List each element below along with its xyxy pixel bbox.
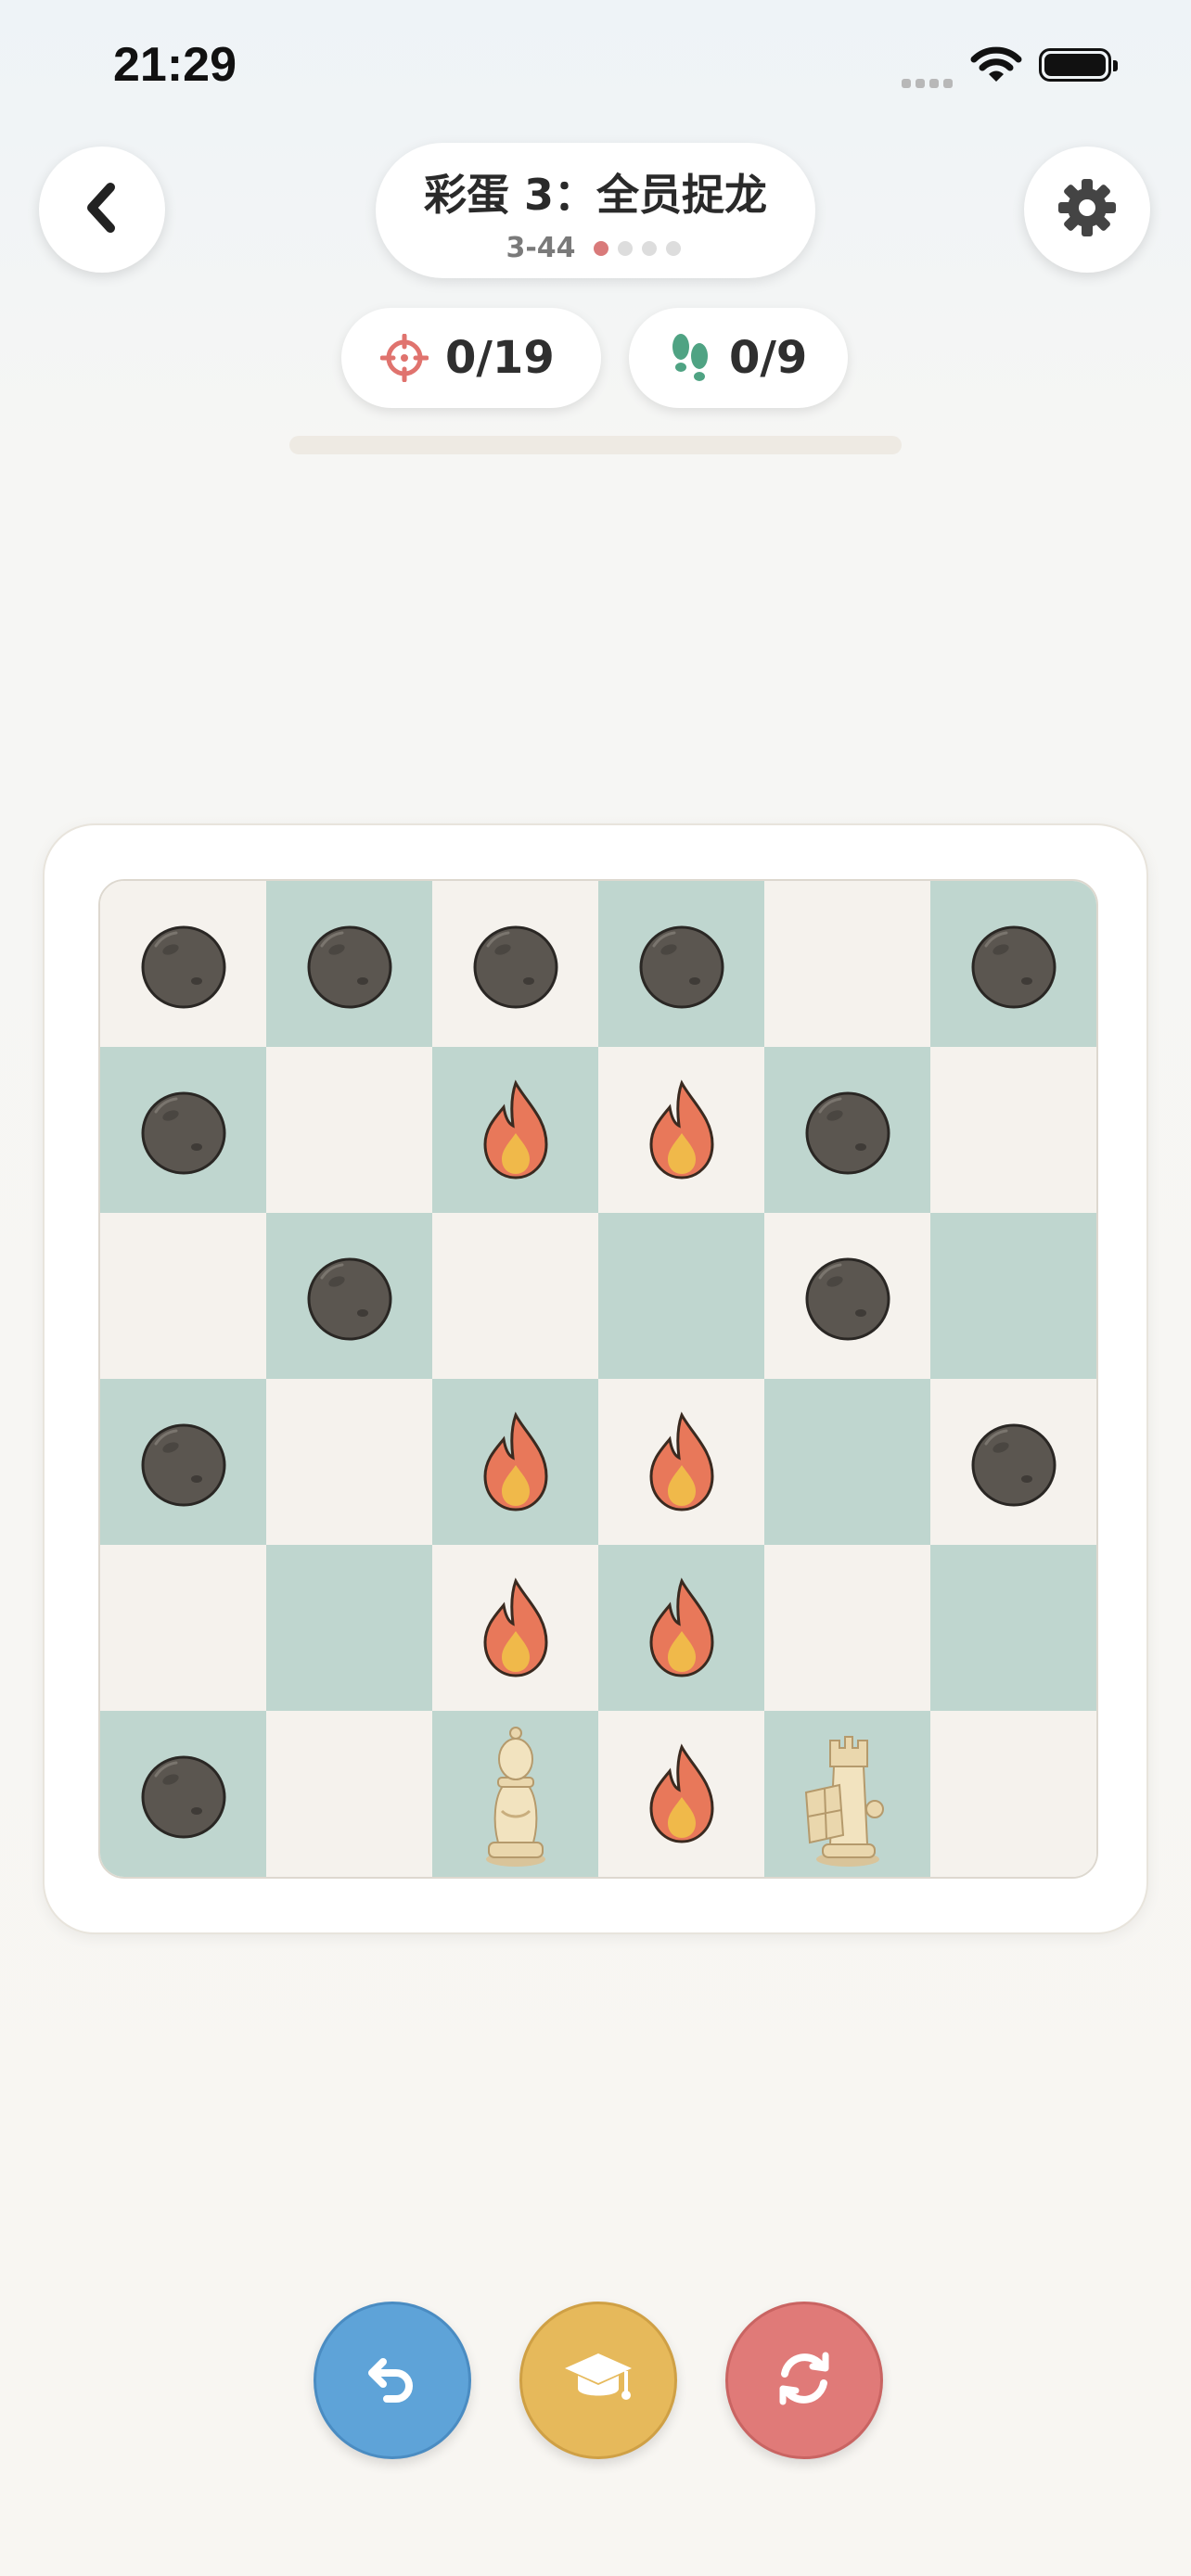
- board-square[interactable]: [266, 1213, 432, 1379]
- level-title-card: 彩蛋 3：全员捉龙 3-44: [376, 143, 815, 278]
- board-square[interactable]: [266, 1379, 432, 1545]
- chevron-left-icon: [79, 180, 125, 239]
- rock-piece: [137, 1416, 230, 1509]
- board-square[interactable]: [598, 1379, 764, 1545]
- rock-piece: [137, 918, 230, 1011]
- board-square[interactable]: [764, 1213, 930, 1379]
- fire-icon: [640, 1576, 724, 1679]
- progress-bar: [289, 436, 902, 454]
- board-square[interactable]: [930, 881, 1096, 1047]
- board-square[interactable]: [100, 881, 266, 1047]
- board-square[interactable]: [100, 1379, 266, 1545]
- battery-icon: [1039, 48, 1118, 82]
- board-square[interactable]: [764, 1379, 930, 1545]
- fire-icon: [640, 1742, 724, 1845]
- board-square[interactable]: [100, 1213, 266, 1379]
- page-dot: [641, 240, 657, 256]
- board-square[interactable]: [930, 1379, 1096, 1545]
- cellular-signal-icon: [902, 74, 957, 92]
- crosshair-icon: [380, 334, 429, 382]
- captures-counter: 0/19: [341, 308, 601, 408]
- rock-piece: [303, 1250, 396, 1343]
- page-dot: [617, 240, 633, 256]
- fire-icon: [474, 1576, 557, 1679]
- board-square[interactable]: [100, 1711, 266, 1877]
- moves-counter: 0/9: [629, 308, 848, 408]
- rock-piece: [801, 1084, 894, 1177]
- board-square[interactable]: [266, 881, 432, 1047]
- moves-value: 0/9: [729, 332, 808, 384]
- restart-button[interactable]: [725, 2302, 883, 2459]
- board-square[interactable]: [432, 1379, 598, 1545]
- board-square[interactable]: [598, 1711, 764, 1877]
- fire-icon: [640, 1078, 724, 1181]
- rock-piece: [303, 918, 396, 1011]
- fire-icon: [474, 1078, 557, 1181]
- board-square[interactable]: [930, 1047, 1096, 1213]
- board-square[interactable]: [598, 1545, 764, 1711]
- rock-piece: [635, 918, 728, 1011]
- level-id: 3-44: [506, 232, 576, 264]
- rock-piece: [967, 1416, 1060, 1509]
- board-square[interactable]: [432, 1545, 598, 1711]
- board-square[interactable]: [432, 1213, 598, 1379]
- board-square[interactable]: [432, 1711, 598, 1877]
- fire-icon: [474, 1410, 557, 1513]
- gear-icon: [1057, 177, 1118, 242]
- back-button[interactable]: [39, 147, 165, 273]
- board-square[interactable]: [266, 1545, 432, 1711]
- restart-icon: [772, 2346, 837, 2415]
- board-square[interactable]: [764, 1711, 930, 1877]
- board-square[interactable]: [432, 881, 598, 1047]
- captures-value: 0/19: [445, 332, 555, 384]
- board-square[interactable]: [598, 881, 764, 1047]
- footprints-icon: [668, 332, 712, 384]
- rock-piece: [137, 1748, 230, 1841]
- board-square[interactable]: [100, 1047, 266, 1213]
- board-square[interactable]: [598, 1213, 764, 1379]
- board-square[interactable]: [100, 1545, 266, 1711]
- page-dot: [593, 240, 608, 256]
- board-square[interactable]: [432, 1047, 598, 1213]
- rook-piece[interactable]: [797, 1720, 899, 1868]
- settings-button[interactable]: [1024, 147, 1150, 273]
- board-square[interactable]: [266, 1047, 432, 1213]
- board-square[interactable]: [764, 881, 930, 1047]
- wifi-icon: [970, 45, 1022, 89]
- undo-button[interactable]: [314, 2302, 471, 2459]
- undo-icon: [363, 2349, 422, 2412]
- chess-board: [98, 879, 1098, 1879]
- board-square[interactable]: [764, 1545, 930, 1711]
- rock-piece: [967, 918, 1060, 1011]
- page-dot: [665, 240, 681, 256]
- board-square[interactable]: [598, 1047, 764, 1213]
- rock-piece: [801, 1250, 894, 1343]
- bishop-piece[interactable]: [474, 1720, 557, 1868]
- board-square[interactable]: [266, 1711, 432, 1877]
- level-title: 彩蛋 3：全员捉龙: [423, 170, 768, 220]
- board-square[interactable]: [930, 1711, 1096, 1877]
- board-square[interactable]: [930, 1213, 1096, 1379]
- rock-piece: [469, 918, 562, 1011]
- fire-icon: [640, 1410, 724, 1513]
- board-square[interactable]: [764, 1047, 930, 1213]
- hint-button[interactable]: [519, 2302, 677, 2459]
- board-square[interactable]: [930, 1545, 1096, 1711]
- status-time: 21:29: [113, 38, 237, 92]
- rock-piece: [137, 1084, 230, 1177]
- graduation-cap-icon: [561, 2346, 635, 2415]
